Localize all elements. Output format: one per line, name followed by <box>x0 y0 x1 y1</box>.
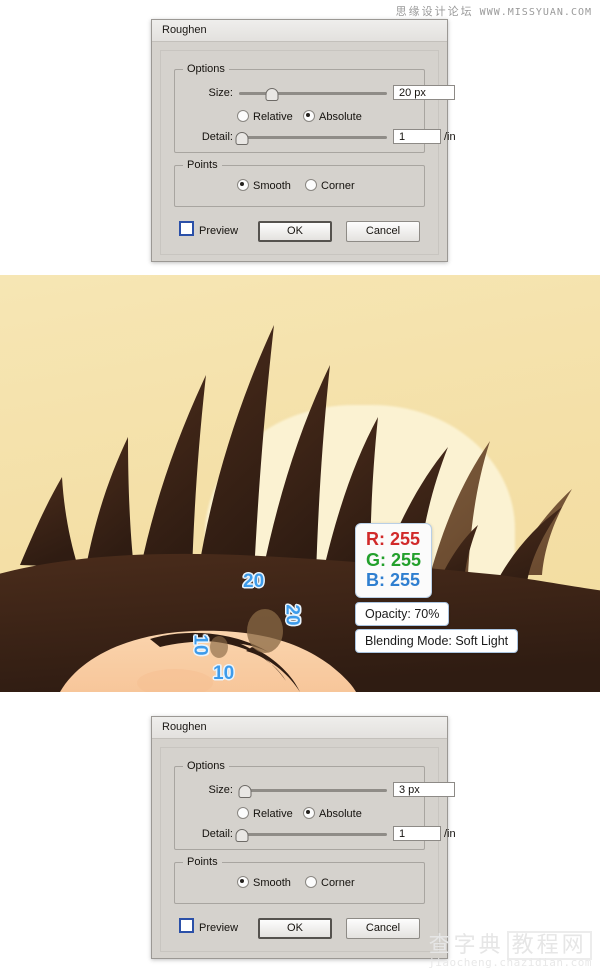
watermark-bottom: 查字典 教程网 jiaocheng.chazidian.com <box>428 931 592 970</box>
size-label: Size: <box>208 87 233 99</box>
annotation-size-20-a: 20 <box>243 571 265 592</box>
radio-dot-icon <box>305 179 317 191</box>
size-slider-thumb[interactable] <box>238 785 252 798</box>
options-group: Options Size: 3 px Relative Absolute Det… <box>174 760 456 850</box>
corner-radio[interactable]: Corner <box>305 177 355 195</box>
dialog-title-bar: Roughen <box>152 717 447 739</box>
dialog-title-text: Roughen <box>162 721 207 733</box>
preview-checkbox[interactable]: Preview <box>179 918 238 935</box>
dialog-title-text: Roughen <box>162 24 207 36</box>
hair-texture-dot <box>247 609 283 653</box>
size-slider[interactable] <box>239 84 387 102</box>
smooth-radio[interactable]: Smooth <box>237 874 291 892</box>
radio-dot-icon <box>237 110 249 122</box>
options-group: Options Size: 20 px Relative Absolute De… <box>174 63 456 153</box>
relative-label: Relative <box>253 111 293 123</box>
size-input[interactable]: 3 px <box>393 782 455 797</box>
watermark-top-cn: 思缘设计论坛 <box>395 5 474 18</box>
hair-texture-dot <box>210 636 228 658</box>
annotation-size-10-a: 10 <box>189 634 211 656</box>
watermark-top: 思缘设计论坛 WWW.MISSYUAN.COM <box>396 3 592 19</box>
smooth-label: Smooth <box>253 180 291 192</box>
smooth-label: Smooth <box>253 877 291 889</box>
dialog-body: Options Size: 3 px Relative Absolute Det… <box>160 747 456 952</box>
absolute-label: Absolute <box>319 808 362 820</box>
size-slider-track[interactable] <box>239 789 387 792</box>
cancel-button[interactable]: Cancel <box>346 221 420 242</box>
watermark-bottom-cn: 查字典 教程网 <box>428 931 592 961</box>
size-slider-track[interactable] <box>239 92 387 95</box>
radio-dot-icon <box>303 110 315 122</box>
size-label: Size: <box>208 784 233 796</box>
radio-dot-icon <box>237 876 249 888</box>
points-legend: Points <box>183 159 222 171</box>
checkbox-box-icon <box>179 918 194 933</box>
detail-slider[interactable] <box>235 128 387 146</box>
detail-input[interactable]: 1 <box>393 129 441 144</box>
points-group: Points Smooth Corner <box>174 159 425 207</box>
detail-slider-thumb[interactable] <box>235 132 249 145</box>
absolute-radio[interactable]: Absolute <box>303 805 362 823</box>
opacity-callout: Opacity: 70% <box>355 602 450 626</box>
watermark-bottom-url: jiaocheng.chazidian.com <box>428 956 592 970</box>
detail-input[interactable]: 1 <box>393 826 441 841</box>
absolute-label: Absolute <box>319 111 362 123</box>
dialog-title-bar: Roughen <box>152 20 447 42</box>
annotation-size-20-b: 20 <box>281 604 303 626</box>
rgb-red-value: R: 255 <box>366 529 421 549</box>
smooth-radio[interactable]: Smooth <box>237 177 291 195</box>
detail-label: Detail: <box>201 828 233 840</box>
cancel-button[interactable]: Cancel <box>346 918 420 939</box>
absolute-radio[interactable]: Absolute <box>303 108 362 126</box>
radio-dot-icon <box>303 807 315 819</box>
options-legend: Options <box>183 760 229 772</box>
roughen-dialog-top[interactable]: Roughen Options Size: 20 px Relative Abs… <box>151 19 456 262</box>
roughen-dialog-bottom[interactable]: Roughen Options Size: 3 px Relative Abso… <box>151 716 456 959</box>
hair-spikes-light <box>430 441 572 575</box>
points-group: Points Smooth Corner <box>174 856 425 904</box>
annotation-size-10-b: 10 <box>213 663 235 684</box>
radio-dot-icon <box>237 807 249 819</box>
ok-button[interactable]: OK <box>258 221 332 242</box>
detail-label: Detail: <box>201 131 233 143</box>
size-slider-thumb[interactable] <box>265 88 279 101</box>
preview-label: Preview <box>199 922 239 934</box>
preview-checkbox[interactable]: Preview <box>179 221 238 238</box>
size-input[interactable]: 20 px <box>393 85 455 100</box>
relative-radio[interactable]: Relative <box>237 108 293 126</box>
radio-dot-icon <box>237 179 249 191</box>
detail-slider-track[interactable] <box>239 833 387 836</box>
dialog-body: Options Size: 20 px Relative Absolute De… <box>160 50 456 255</box>
corner-radio[interactable]: Corner <box>305 874 355 892</box>
rgb-values-callout: R: 255 G: 255 B: 255 <box>355 523 433 598</box>
radio-dot-icon <box>305 876 317 888</box>
blending-mode-callout: Blending Mode: Soft Light <box>355 629 519 653</box>
checkbox-box-icon <box>179 221 194 236</box>
ok-button[interactable]: OK <box>258 918 332 939</box>
size-slider[interactable] <box>238 781 387 799</box>
watermark-bottom-cn-1: 查字典 <box>428 933 504 959</box>
rgb-blue-value: B: 255 <box>366 570 421 591</box>
rgb-green-value: G: 255 <box>366 549 422 570</box>
detail-unit: /in <box>444 828 456 840</box>
points-legend: Points <box>183 856 222 868</box>
detail-slider-thumb[interactable] <box>235 829 249 842</box>
relative-radio[interactable]: Relative <box>237 805 293 823</box>
watermark-top-url: WWW.MISSYUAN.COM <box>479 7 592 18</box>
corner-label: Corner <box>321 180 355 192</box>
relative-label: Relative <box>253 808 293 820</box>
detail-slider-track[interactable] <box>239 136 387 139</box>
options-legend: Options <box>183 63 229 75</box>
corner-label: Corner <box>321 877 355 889</box>
preview-label: Preview <box>199 225 239 237</box>
detail-unit: /in <box>444 131 456 143</box>
detail-slider[interactable] <box>235 825 387 843</box>
